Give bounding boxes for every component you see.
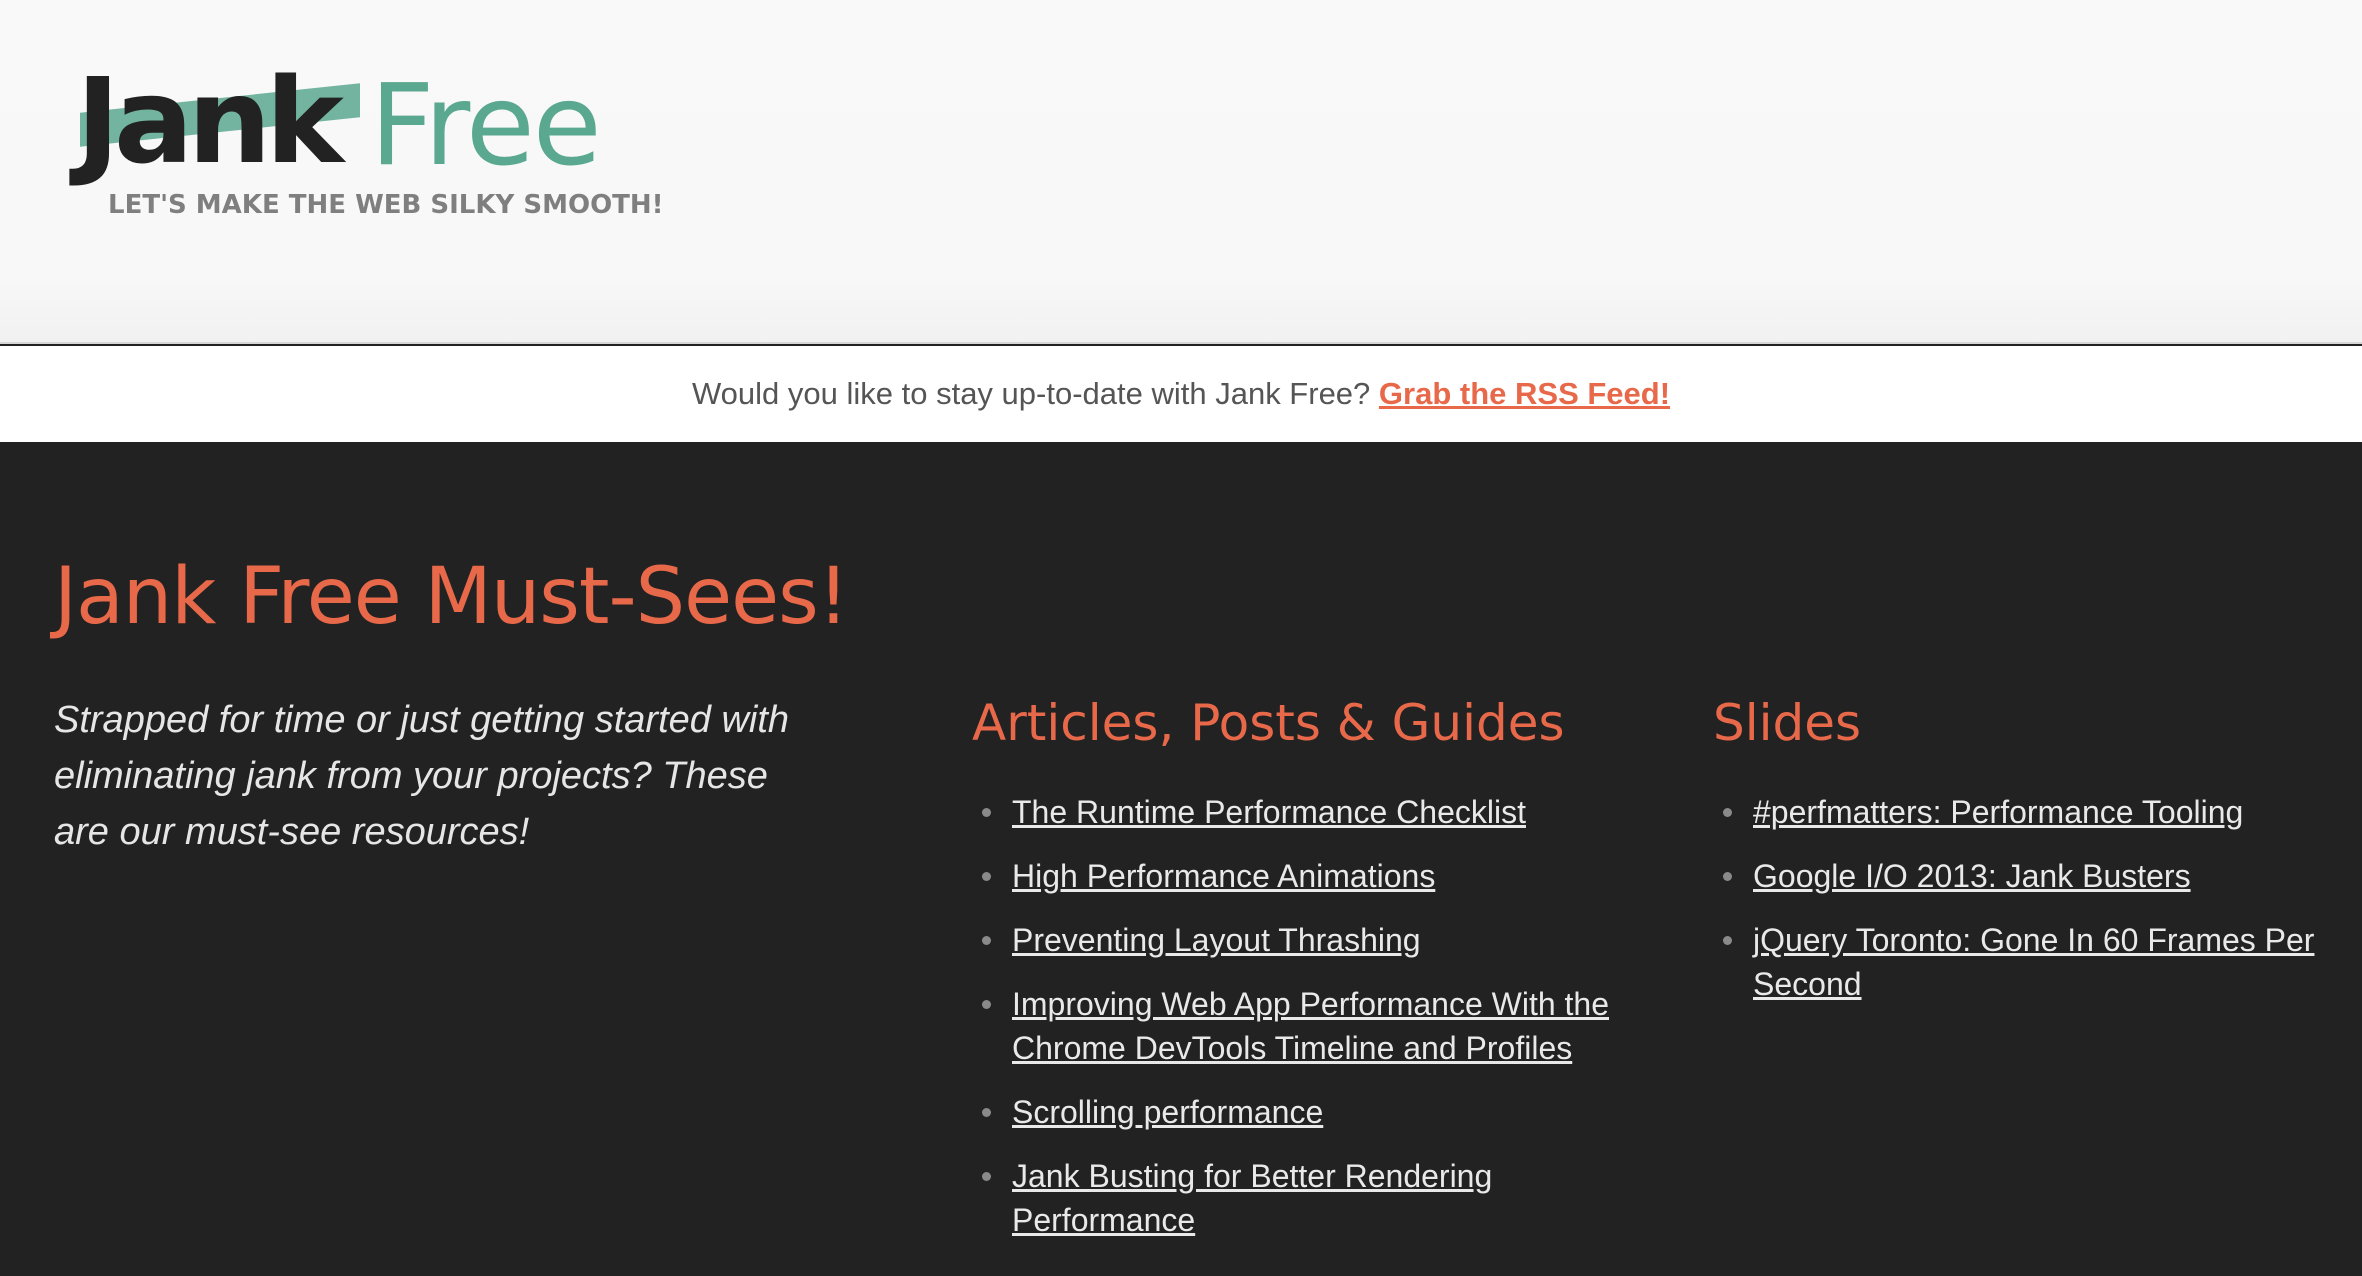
article-link[interactable]: The Runtime Performance Checklist [1012,794,1526,830]
site-logo[interactable]: Jank Free LET'S MAKE THE WEB SILKY SMOOT… [52,52,664,234]
list-item: High Performance Animations [982,854,1652,898]
logo-word-free: Free [370,61,602,191]
section-intro: Strapped for time or just getting starte… [54,699,790,853]
logo-tagline: LET'S MAKE THE WEB SILKY SMOOTH! [108,190,664,220]
article-link[interactable]: Scrolling performance [1012,1094,1323,1130]
list-item: jQuery Toronto: Gone In 60 Frames Per Se… [1723,918,2333,1006]
site-header: Jank Free LET'S MAKE THE WEB SILKY SMOOT… [0,0,2362,344]
list-item: The Runtime Performance Checklist [982,790,1652,834]
slides-list: #perfmatters: Performance Tooling Google… [1713,790,2333,1006]
rss-feed-link[interactable]: Grab the RSS Feed! [1379,376,1670,411]
logo-word-jank: Jank [76,52,344,190]
list-item: #perfmatters: Performance Tooling [1723,790,2333,834]
list-item: Preventing Layout Thrashing [982,918,1652,962]
must-sees-section: Jank Free Must-Sees! Strapped for time o… [0,442,2362,1276]
article-link[interactable]: High Performance Animations [1012,858,1435,894]
slides-heading: Slides [1713,694,1862,752]
list-item: Scrolling performance [982,1090,1652,1134]
slides-column: Slides #perfmatters: Performance Tooling… [1713,698,2333,1026]
rss-prompt: Would you like to stay up-to-date with J… [691,376,1371,411]
article-link[interactable]: Preventing Layout Thrashing [1012,922,1421,958]
articles-column: Articles, Posts & Guides The Runtime Per… [972,698,1652,1262]
article-link[interactable]: Jank Busting for Better Rendering Perfor… [1012,1158,1492,1238]
article-link[interactable]: Improving Web App Performance With the C… [1012,986,1609,1066]
list-item: Jank Busting for Better Rendering Perfor… [982,1154,1652,1242]
list-item: Google I/O 2013: Jank Busters [1723,854,2333,898]
articles-heading: Articles, Posts & Guides [972,694,1565,752]
rss-banner: Would you like to stay up-to-date with J… [0,346,2362,442]
articles-list: The Runtime Performance Checklist High P… [972,790,1652,1242]
section-title: Jank Free Must-Sees! [54,552,849,642]
slide-link[interactable]: #perfmatters: Performance Tooling [1753,794,2243,830]
slide-link[interactable]: jQuery Toronto: Gone In 60 Frames Per Se… [1753,922,2314,1002]
slide-link[interactable]: Google I/O 2013: Jank Busters [1753,858,2191,894]
list-item: Improving Web App Performance With the C… [982,982,1652,1070]
